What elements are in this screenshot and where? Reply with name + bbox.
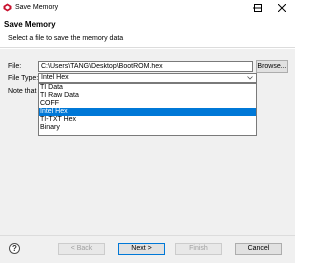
dialog-description: Select a file to save the memory data (8, 35, 124, 42)
title-bar: Save Memory (0, 0, 295, 15)
app-logo-icon (3, 3, 12, 12)
dropdown-option-coff[interactable]: COFF (39, 100, 256, 108)
maximize-button[interactable] (246, 0, 270, 15)
dialog-header: Save Memory Select a file to save the me… (0, 15, 295, 48)
dropdown-option-intel-hex[interactable]: Intel Hex (39, 108, 256, 116)
dropdown-option-binary[interactable]: Binary (39, 124, 256, 132)
maximize-icon (254, 3, 262, 12)
dropdown-option-ti-raw-data[interactable]: TI Raw Data (39, 92, 256, 100)
file-type-label: File Type: (8, 75, 39, 82)
file-path-input[interactable] (38, 61, 253, 72)
next-button[interactable]: Next > (118, 243, 165, 255)
dropdown-option-ti-data[interactable]: TI Data (39, 84, 256, 92)
file-label: File: (8, 63, 22, 70)
file-type-selected-value: Intel Hex (41, 74, 69, 81)
dialog-title: Save Memory (4, 20, 56, 29)
help-button[interactable]: ? (9, 243, 20, 254)
file-type-dropdown-list: TI Data TI Raw Data COFF Intel Hex TI-TX… (38, 83, 257, 136)
cancel-button[interactable]: Cancel (235, 243, 282, 255)
close-button[interactable] (270, 0, 294, 15)
browse-button[interactable]: Browse... (256, 60, 288, 73)
window-title: Save Memory (15, 4, 59, 11)
finish-button[interactable]: Finish (175, 243, 222, 255)
file-type-select[interactable]: Intel Hex (38, 73, 257, 83)
back-button[interactable]: < Back (58, 243, 105, 255)
close-icon (278, 3, 286, 12)
note-label: Note that (8, 88, 37, 95)
dropdown-option-ti-txt-hex[interactable]: TI-TXT Hex (39, 116, 256, 124)
chevron-down-icon (247, 76, 253, 80)
